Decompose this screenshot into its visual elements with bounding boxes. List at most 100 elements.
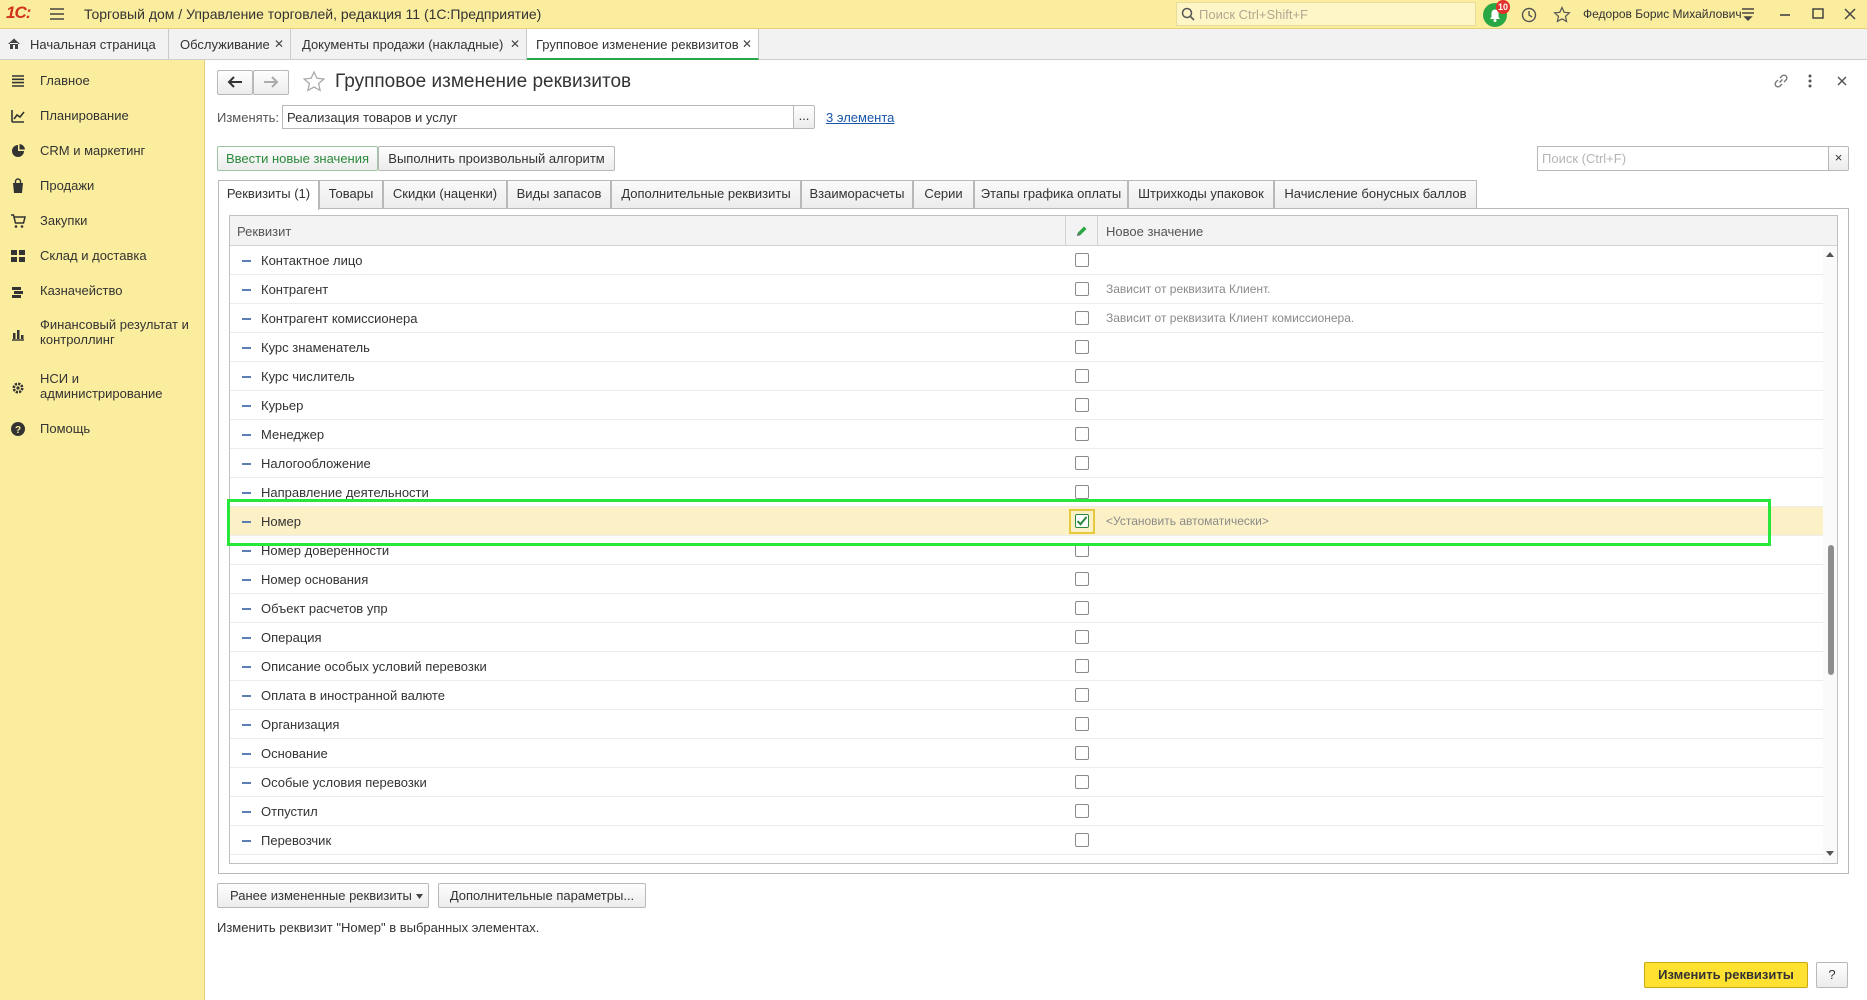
table-row[interactable]: Номер основания (230, 565, 1823, 594)
change-checkbox[interactable] (1075, 485, 1089, 499)
tab-attributes[interactable]: Реквизиты (1) (218, 180, 319, 210)
close-form-icon[interactable] (1835, 74, 1849, 88)
col-new-value-header[interactable]: Новое значение (1106, 224, 1203, 239)
maximize-icon[interactable] (1811, 6, 1825, 22)
back-button[interactable] (217, 70, 253, 95)
main-menu-icon[interactable] (49, 6, 65, 22)
change-checkbox[interactable] (1075, 833, 1089, 847)
tab-settlements[interactable]: Взаиморасчеты (801, 180, 913, 208)
settings-menu-icon[interactable] (1740, 6, 1756, 22)
global-search-input[interactable]: Поиск Ctrl+Shift+F (1176, 2, 1476, 26)
previously-changed-button[interactable]: Ранее измененные реквизиты (217, 883, 429, 908)
forward-button[interactable] (253, 70, 289, 95)
object-type-select-button[interactable]: ... (793, 105, 815, 129)
change-checkbox[interactable] (1075, 746, 1089, 760)
sidebar-item-financial[interactable]: Финансовый результат и контроллинг (0, 316, 205, 350)
change-checkbox[interactable] (1075, 572, 1089, 586)
favorite-star-icon[interactable] (302, 70, 326, 94)
change-checkbox[interactable] (1075, 253, 1089, 267)
sidebar-item-planning[interactable]: Планирование (0, 107, 205, 127)
sidebar-item-crm[interactable]: CRM и маркетинг (0, 142, 205, 162)
close-tab-icon[interactable]: ✕ (742, 37, 752, 51)
tab-discounts[interactable]: Скидки (наценки) (383, 180, 507, 208)
sidebar-item-help[interactable]: ? Помощь (0, 420, 205, 440)
change-checkbox[interactable] (1075, 340, 1089, 354)
table-row[interactable]: Курьер (230, 391, 1823, 420)
close-tab-icon[interactable]: ✕ (510, 37, 520, 51)
table-row[interactable]: Основание (230, 739, 1823, 768)
col-attribute-header[interactable]: Реквизит (237, 224, 291, 239)
tab-home[interactable]: Начальная страница (0, 29, 169, 60)
table-row[interactable]: Контрагент Зависит от реквизита Клиент. (230, 275, 1823, 304)
tab-package-barcodes[interactable]: Штрихкоды упаковок (1128, 180, 1274, 208)
additional-params-button[interactable]: Дополнительные параметры... (438, 883, 646, 908)
tab-payment-schedule[interactable]: Этапы графика оплаты (974, 180, 1128, 208)
sidebar-item-treasury[interactable]: Казначейство (0, 282, 205, 302)
table-row[interactable]: Особые условия перевозки (230, 768, 1823, 797)
table-row[interactable]: Курс знаменатель (230, 333, 1823, 362)
tab-series[interactable]: Серии (913, 180, 974, 208)
scroll-up-icon[interactable] (1826, 251, 1834, 257)
minimize-icon[interactable] (1778, 6, 1792, 22)
table-row[interactable]: Организация (230, 710, 1823, 739)
change-checkbox[interactable] (1075, 775, 1089, 789)
enter-new-values-button[interactable]: Ввести новые значения (217, 146, 378, 171)
change-checkbox[interactable] (1075, 456, 1089, 470)
tab-sales-documents[interactable]: Документы продажи (накладные) ✕ (291, 29, 527, 60)
tab-service[interactable]: Обслуживание ✕ (169, 29, 291, 60)
sidebar-item-purchases[interactable]: Закупки (0, 212, 205, 232)
tab-stock-types[interactable]: Виды запасов (507, 180, 611, 208)
apply-changes-button[interactable]: Изменить реквизиты (1644, 962, 1808, 988)
close-window-icon[interactable] (1843, 6, 1857, 22)
run-algorithm-button[interactable]: Выполнить произвольный алгоритм (378, 146, 615, 171)
change-checkbox[interactable] (1075, 804, 1089, 818)
sidebar-item-main[interactable]: Главное (0, 72, 205, 92)
user-name[interactable]: Федоров Борис Михайлович (1583, 7, 1742, 21)
new-value-cell[interactable]: Зависит от реквизита Клиент комиссионера… (1106, 311, 1354, 325)
1c-logo[interactable]: 1С: (6, 3, 31, 23)
table-row[interactable]: Курс числитель (230, 362, 1823, 391)
table-row[interactable]: Объект расчетов упр (230, 594, 1823, 623)
elements-link[interactable]: 3 элемента (826, 110, 894, 125)
table-row[interactable]: Операция (230, 623, 1823, 652)
change-checkbox[interactable] (1075, 601, 1089, 615)
scroll-thumb[interactable] (1828, 545, 1834, 675)
sidebar-item-warehouse[interactable]: Склад и доставка (0, 247, 205, 267)
table-row[interactable]: Налогообложение (230, 449, 1823, 478)
favorites-star-icon[interactable] (1553, 6, 1571, 24)
scroll-down-icon[interactable] (1826, 851, 1834, 857)
help-button[interactable]: ? (1816, 962, 1848, 988)
table-row[interactable]: Отпустил (230, 797, 1823, 826)
tab-group-change[interactable]: Групповое изменение реквизитов ✕ (527, 29, 759, 60)
change-checkbox[interactable] (1075, 311, 1089, 325)
grid-search-input[interactable]: Поиск (Ctrl+F) (1537, 146, 1829, 171)
change-checkbox[interactable] (1075, 688, 1089, 702)
menu-icon (12, 75, 24, 87)
table-row[interactable]: Контактное лицо (230, 246, 1823, 275)
close-tab-icon[interactable]: ✕ (274, 37, 284, 51)
table-row[interactable]: Менеджер (230, 420, 1823, 449)
clear-search-button[interactable]: × (1828, 146, 1849, 171)
tab-goods[interactable]: Товары (319, 180, 383, 208)
change-checkbox[interactable] (1075, 659, 1089, 673)
change-checkbox[interactable] (1075, 717, 1089, 731)
table-row[interactable]: Оплата в иностранной валюте (230, 681, 1823, 710)
change-checkbox[interactable] (1075, 630, 1089, 644)
tab-bonus-points[interactable]: Начисление бонусных баллов (1274, 180, 1477, 208)
sidebar-item-sales[interactable]: Продажи (0, 177, 205, 197)
more-actions-icon[interactable] (1806, 72, 1814, 90)
change-checkbox[interactable] (1075, 427, 1089, 441)
new-value-cell[interactable]: Зависит от реквизита Клиент. (1106, 282, 1271, 296)
tab-additional-attributes[interactable]: Дополнительные реквизиты (611, 180, 801, 208)
table-row[interactable]: Перевозчик (230, 826, 1823, 855)
change-checkbox[interactable] (1075, 398, 1089, 412)
table-row[interactable]: Контрагент комиссионера Зависит от реквиз… (230, 304, 1823, 333)
change-checkbox[interactable] (1075, 282, 1089, 296)
link-icon[interactable] (1772, 72, 1790, 90)
sidebar-item-nsi-admin[interactable]: НСИ и администрирование (0, 370, 205, 404)
object-type-field[interactable]: Реализация товаров и услуг (282, 105, 794, 129)
notifications-icon[interactable]: 10 (1483, 0, 1511, 27)
change-checkbox[interactable] (1075, 369, 1089, 383)
history-icon[interactable] (1520, 6, 1538, 24)
table-row[interactable]: Описание особых условий перевозки (230, 652, 1823, 681)
